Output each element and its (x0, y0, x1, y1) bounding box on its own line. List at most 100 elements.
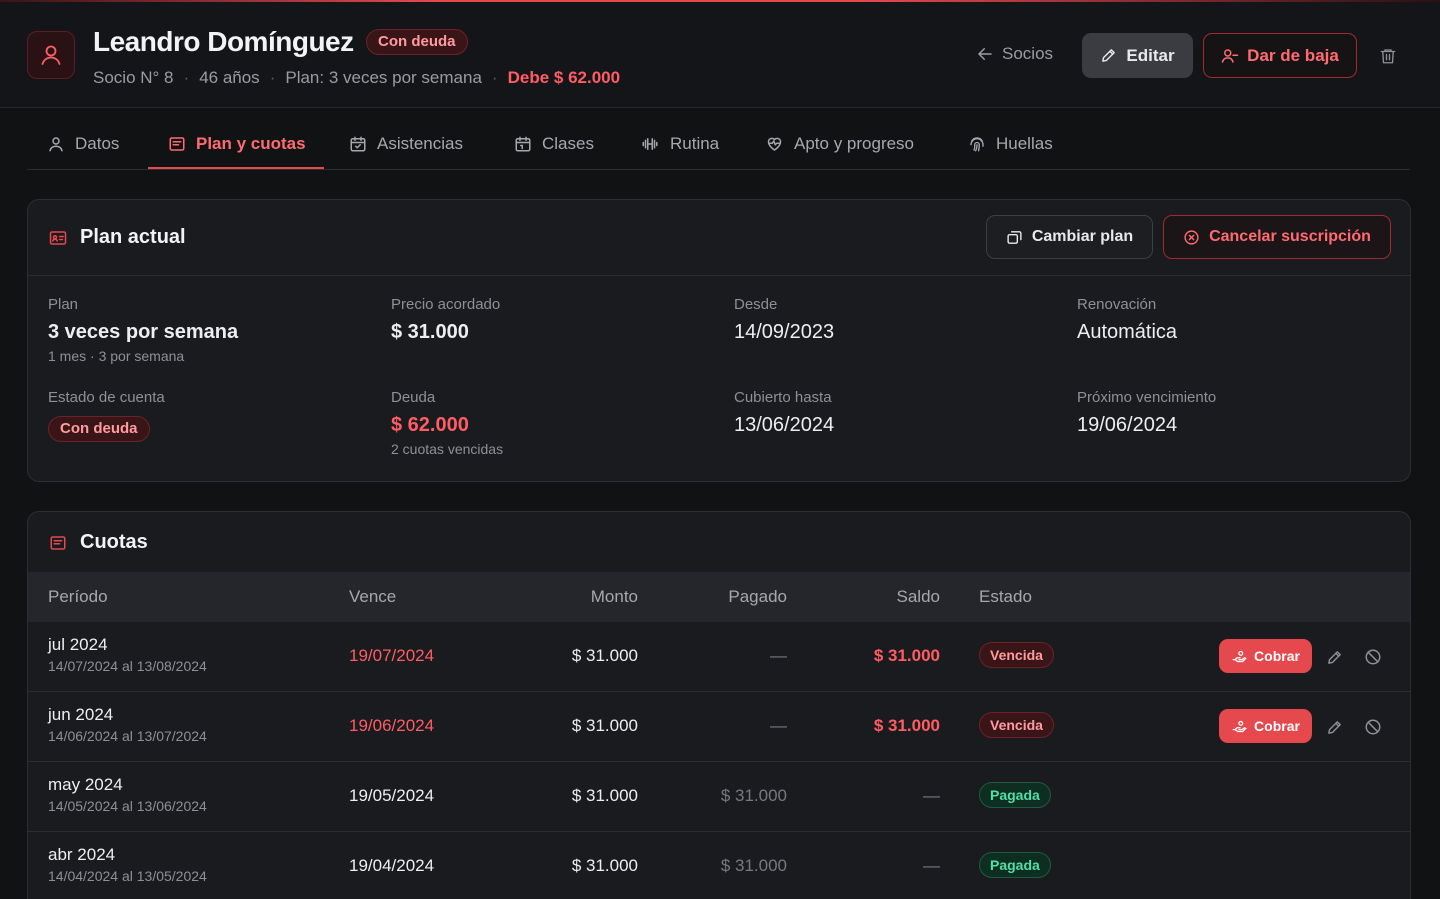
dumbbell-icon (642, 138, 658, 150)
baja-label: Dar de baja (1247, 45, 1339, 65)
balance: $ 31.000 (873, 646, 940, 665)
due-date: 19/06/2024 (349, 716, 435, 735)
period-cell: jul 2024 14/07/2024 al 13/08/2024 (48, 635, 207, 674)
cancel-subscription-button[interactable]: Cancelar suscripción (1163, 215, 1391, 259)
status-cell: Pagada (979, 782, 1051, 808)
due-date: 19/05/2024 (349, 786, 435, 805)
field-label: Deuda (391, 389, 436, 406)
balance: — (923, 786, 940, 805)
field-label: Plan (48, 296, 79, 313)
period-name: jul 2024 (48, 635, 108, 654)
meta-separator: · (269, 68, 276, 87)
field-since: Desde 14/09/2023 (734, 296, 834, 344)
field-price: Precio acordado $ 31.000 (391, 296, 500, 344)
status-badge: Vencida (979, 642, 1054, 668)
member-plan: Plan: 3 veces por semana (285, 68, 482, 87)
member-age: 46 años (199, 68, 260, 87)
calendar-check-icon (350, 136, 366, 152)
plan-actual-card: Plan actual Cambiar plan Cancelar suscri… (27, 199, 1411, 482)
plan-card-title: Plan actual (80, 226, 186, 248)
field-label: Estado de cuenta (48, 389, 165, 406)
account-status-badge: Con deuda (48, 416, 150, 442)
back-to-socios-link[interactable]: Socios (976, 44, 1053, 64)
arrow-left-icon (977, 48, 992, 60)
paid-amount: — (770, 646, 787, 665)
cobrar-button[interactable]: Cobrar (1219, 709, 1312, 743)
field-value: 3 veces por semana (48, 321, 239, 343)
ban-icon (1365, 719, 1381, 735)
table-header: Período Vence Monto Pagado Saldo Estado (28, 572, 1410, 622)
field-debt: Deuda $ 62.000 2 cuotas vencidas (391, 389, 503, 457)
status-cell: Vencida (979, 642, 1054, 668)
tab-plan-y-cuotas[interactable]: Plan y cuotas (168, 118, 306, 170)
active-tab-indicator (148, 167, 324, 169)
column-header: Período (48, 587, 108, 606)
tab-datos[interactable]: Datos (47, 118, 119, 170)
period-range: 14/04/2024 al 13/05/2024 (48, 868, 207, 884)
field-label: Precio acordado (391, 296, 501, 313)
period-name: may 2024 (48, 775, 123, 794)
id-card-icon (49, 230, 67, 245)
ban-icon (1365, 649, 1381, 665)
edit-button[interactable]: Editar (1082, 33, 1193, 78)
change-plan-button[interactable]: Cambiar plan (986, 215, 1153, 259)
paid-amount: $ 31.000 (720, 786, 787, 805)
card-header: Cuotas (28, 512, 1410, 572)
tab-clases[interactable]: Clases (514, 118, 594, 170)
column-header: Estado (979, 587, 1032, 606)
fingerprint-icon (970, 137, 984, 152)
delete-button[interactable] (1376, 44, 1400, 68)
paid-amount: $ 31.000 (720, 856, 787, 875)
period-cell: abr 2024 14/04/2024 al 13/05/2024 (48, 845, 207, 884)
trash-icon (1380, 49, 1396, 64)
field-value: Automática (1077, 321, 1178, 343)
cancel-subscription-label: Cancelar suscripción (1209, 228, 1371, 245)
period-cell: jun 2024 14/06/2024 al 13/07/2024 (48, 705, 207, 744)
void-row-button[interactable] (1363, 647, 1383, 667)
tab-label: Asistencias (377, 134, 463, 153)
tab-label: Apto y progreso (794, 134, 915, 153)
x-circle-icon (1184, 229, 1199, 245)
meta-separator: · (183, 68, 190, 87)
field-next-due: Próximo vencimiento 19/06/2024 (1077, 389, 1216, 437)
void-row-button[interactable] (1363, 717, 1383, 737)
cobrar-button[interactable]: Cobrar (1219, 639, 1312, 673)
tab-label: Rutina (670, 134, 720, 153)
period-range: 14/05/2024 al 13/06/2024 (48, 798, 207, 814)
table-row: abr 2024 14/04/2024 al 13/05/2024 19/04/… (28, 832, 1410, 899)
tab-rutina[interactable]: Rutina (640, 118, 719, 170)
receipt-icon (50, 535, 66, 550)
table-row: jul 2024 14/07/2024 al 13/08/2024 19/07/… (28, 622, 1410, 692)
status-badge: Pagada (979, 782, 1051, 808)
heart-pulse-icon (767, 137, 782, 151)
edit-row-button[interactable] (1324, 717, 1344, 737)
status-cell: Vencida (979, 712, 1054, 738)
field-label: Desde (734, 296, 778, 313)
hand-coins-icon (1232, 720, 1247, 732)
balance: $ 31.000 (873, 716, 940, 735)
user-minus-icon (1221, 48, 1239, 63)
calendar-icon (515, 136, 531, 152)
cuotas-card: Cuotas Período Vence Monto Pagado Saldo … (27, 511, 1411, 899)
field-account-status: Estado de cuenta Con deuda (48, 389, 165, 442)
dar-de-baja-button[interactable]: Dar de baja (1203, 33, 1357, 78)
period-range: 14/07/2024 al 13/08/2024 (48, 658, 207, 674)
field-label: Renovación (1077, 296, 1157, 313)
swap-icon (1007, 230, 1022, 244)
tab-label: Clases (542, 134, 594, 153)
amount: $ 31.000 (571, 786, 638, 805)
column-header: Monto (590, 587, 638, 606)
cobrar-label: Cobrar (1254, 718, 1300, 734)
balance: — (923, 856, 940, 875)
field-plan: Plan 3 veces por semana 1 mes · 3 por se… (48, 296, 238, 364)
card-title: Cuotas (48, 531, 148, 554)
edit-row-button[interactable] (1324, 647, 1344, 667)
tab-asistencias[interactable]: Asistencias (349, 118, 463, 170)
tab-apto-y-progreso[interactable]: Apto y progreso (765, 118, 914, 170)
status-badge: Vencida (979, 712, 1054, 738)
amount: $ 31.000 (571, 716, 638, 735)
period-range: 14/06/2024 al 13/07/2024 (48, 728, 207, 744)
meta-separator: · (491, 68, 498, 87)
tab-huellas[interactable]: Huellas (968, 118, 1053, 170)
member-header: Leandro Domínguez Con deuda Socio N° 8 ·… (0, 2, 1440, 108)
